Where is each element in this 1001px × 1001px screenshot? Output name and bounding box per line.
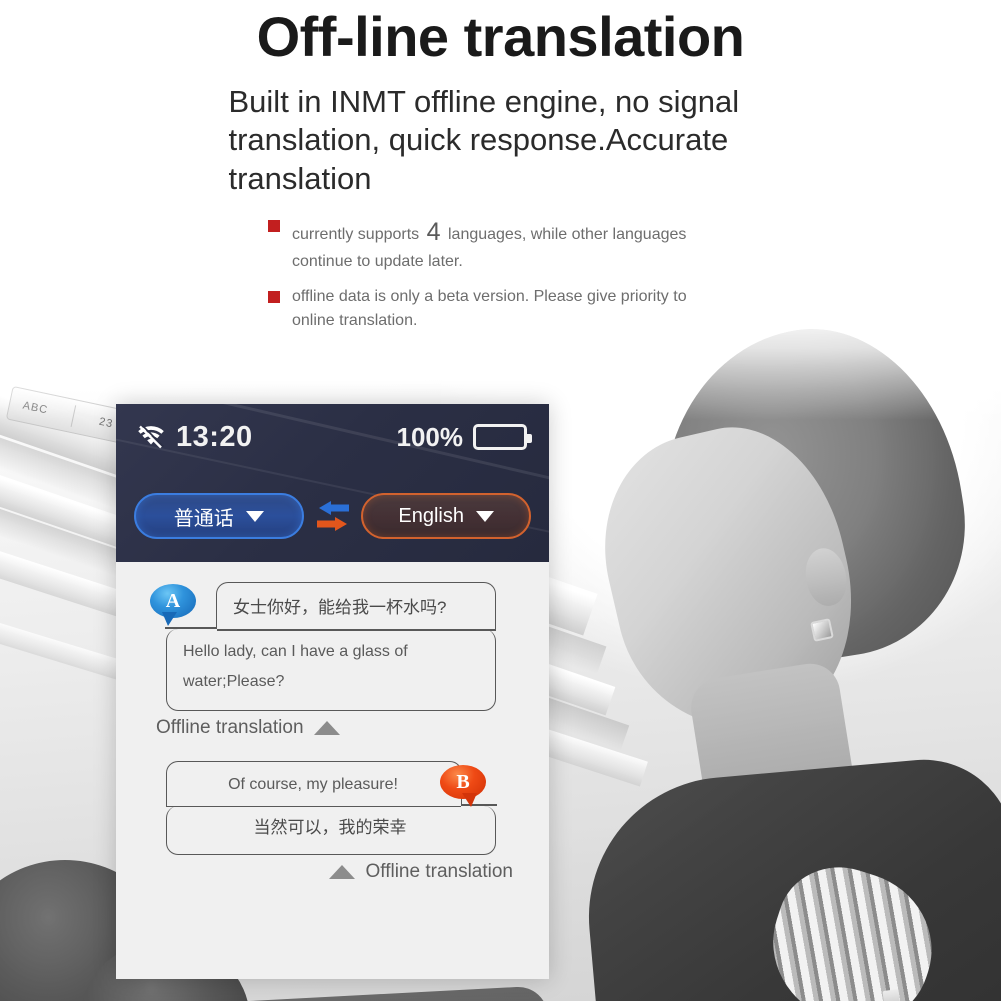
language-selector-bar: 普通话 English bbox=[116, 470, 549, 562]
page-title: Off-line translation bbox=[256, 5, 745, 68]
message-translation-row: 当然可以，我的荣幸 bbox=[166, 803, 497, 855]
bullet-square-icon bbox=[268, 220, 280, 232]
offline-translation-label: Offline translation bbox=[156, 717, 304, 739]
triangle-up-icon bbox=[329, 865, 356, 879]
page-subtitle: Built in INMT offline engine, no signal … bbox=[228, 83, 740, 197]
device-header: 13:20 100% 普通话 English bbox=[116, 404, 549, 562]
headline-block: Off-line translation Built in INMT offli… bbox=[0, 5, 1001, 199]
list-item: currently supports 4 languages, while ot… bbox=[268, 214, 698, 273]
swap-arrows-icon bbox=[316, 501, 349, 531]
message-bubble-a[interactable]: 女士你好，能给我一杯水吗? Hello lady, can I have a g… bbox=[165, 582, 496, 712]
battery-full-icon bbox=[473, 424, 532, 450]
conversation-list: A 女士你好，能给我一杯水吗? Hello lady, can I have a… bbox=[116, 562, 549, 979]
supported-language-count: 4 bbox=[426, 218, 441, 246]
message-item-a: A 女士你好，能给我一杯水吗? Hello lady, can I have a… bbox=[138, 582, 527, 739]
flight-attendant-earring bbox=[810, 618, 834, 642]
message-bubble-b[interactable]: B Of course, my pleasure! 当然可以，我的荣幸 bbox=[166, 761, 497, 855]
bullet-text-before: currently supports bbox=[292, 226, 420, 243]
bullet-text: offline data is only a beta version. Ple… bbox=[292, 288, 687, 329]
status-bar-time: 13:20 bbox=[176, 420, 253, 453]
flight-attendant-name-badge bbox=[882, 989, 902, 1001]
offline-translation-note-a[interactable]: Offline translation bbox=[156, 717, 527, 739]
translator-device-screen: 13:20 100% 普通话 English A 女士你好，能给我一杯水吗? H… bbox=[116, 404, 549, 979]
source-language-label: 普通话 bbox=[173, 507, 234, 530]
battery-percent-label: 100% bbox=[396, 421, 464, 452]
message-source-row: 女士你好，能给我一杯水吗? bbox=[216, 582, 496, 631]
message-translated-text: Hello lady, can I have a glass of water;… bbox=[183, 642, 408, 690]
status-bar: 13:20 100% bbox=[116, 404, 549, 470]
feature-bullet-list: currently supports 4 languages, while ot… bbox=[268, 214, 698, 344]
offline-translation-label: Offline translation bbox=[365, 861, 513, 882]
source-language-button[interactable]: 普通话 bbox=[134, 493, 304, 539]
message-translation-row: Hello lady, can I have a glass of water;… bbox=[165, 627, 496, 712]
offline-translation-note-b[interactable]: Offline translation bbox=[138, 861, 513, 883]
triangle-up-icon bbox=[313, 721, 340, 736]
status-bar-right: 100% bbox=[396, 421, 532, 453]
target-language-button[interactable]: English bbox=[361, 493, 531, 539]
message-source-row: Of course, my pleasure! bbox=[166, 761, 462, 808]
message-source-text: Of course, my pleasure! bbox=[228, 776, 398, 794]
message-source-text: 女士你好，能给我一杯水吗? bbox=[233, 598, 447, 617]
avatar-speaker-b: B bbox=[440, 765, 486, 808]
message-item-b: B Of course, my pleasure! 当然可以，我的荣幸 Offl… bbox=[138, 761, 527, 883]
bullet-text: currently supports 4 languages, while ot… bbox=[292, 214, 698, 273]
chevron-down-icon bbox=[476, 510, 495, 522]
page-root: ABC 23 Off-line translation Built in INM… bbox=[0, 0, 1001, 1001]
chevron-down-icon bbox=[245, 510, 264, 522]
avatar-tail bbox=[162, 612, 177, 626]
avatar-speaker-a: A bbox=[150, 584, 196, 626]
avatar-tail bbox=[462, 793, 477, 808]
swap-languages-button[interactable] bbox=[304, 497, 362, 535]
message-translated-text: 当然可以，我的荣幸 bbox=[253, 817, 407, 837]
list-item: offline data is only a beta version. Ple… bbox=[268, 285, 698, 331]
target-language-label: English bbox=[398, 504, 465, 527]
bullet-square-icon bbox=[268, 291, 280, 304]
wifi-off-icon bbox=[136, 425, 166, 449]
